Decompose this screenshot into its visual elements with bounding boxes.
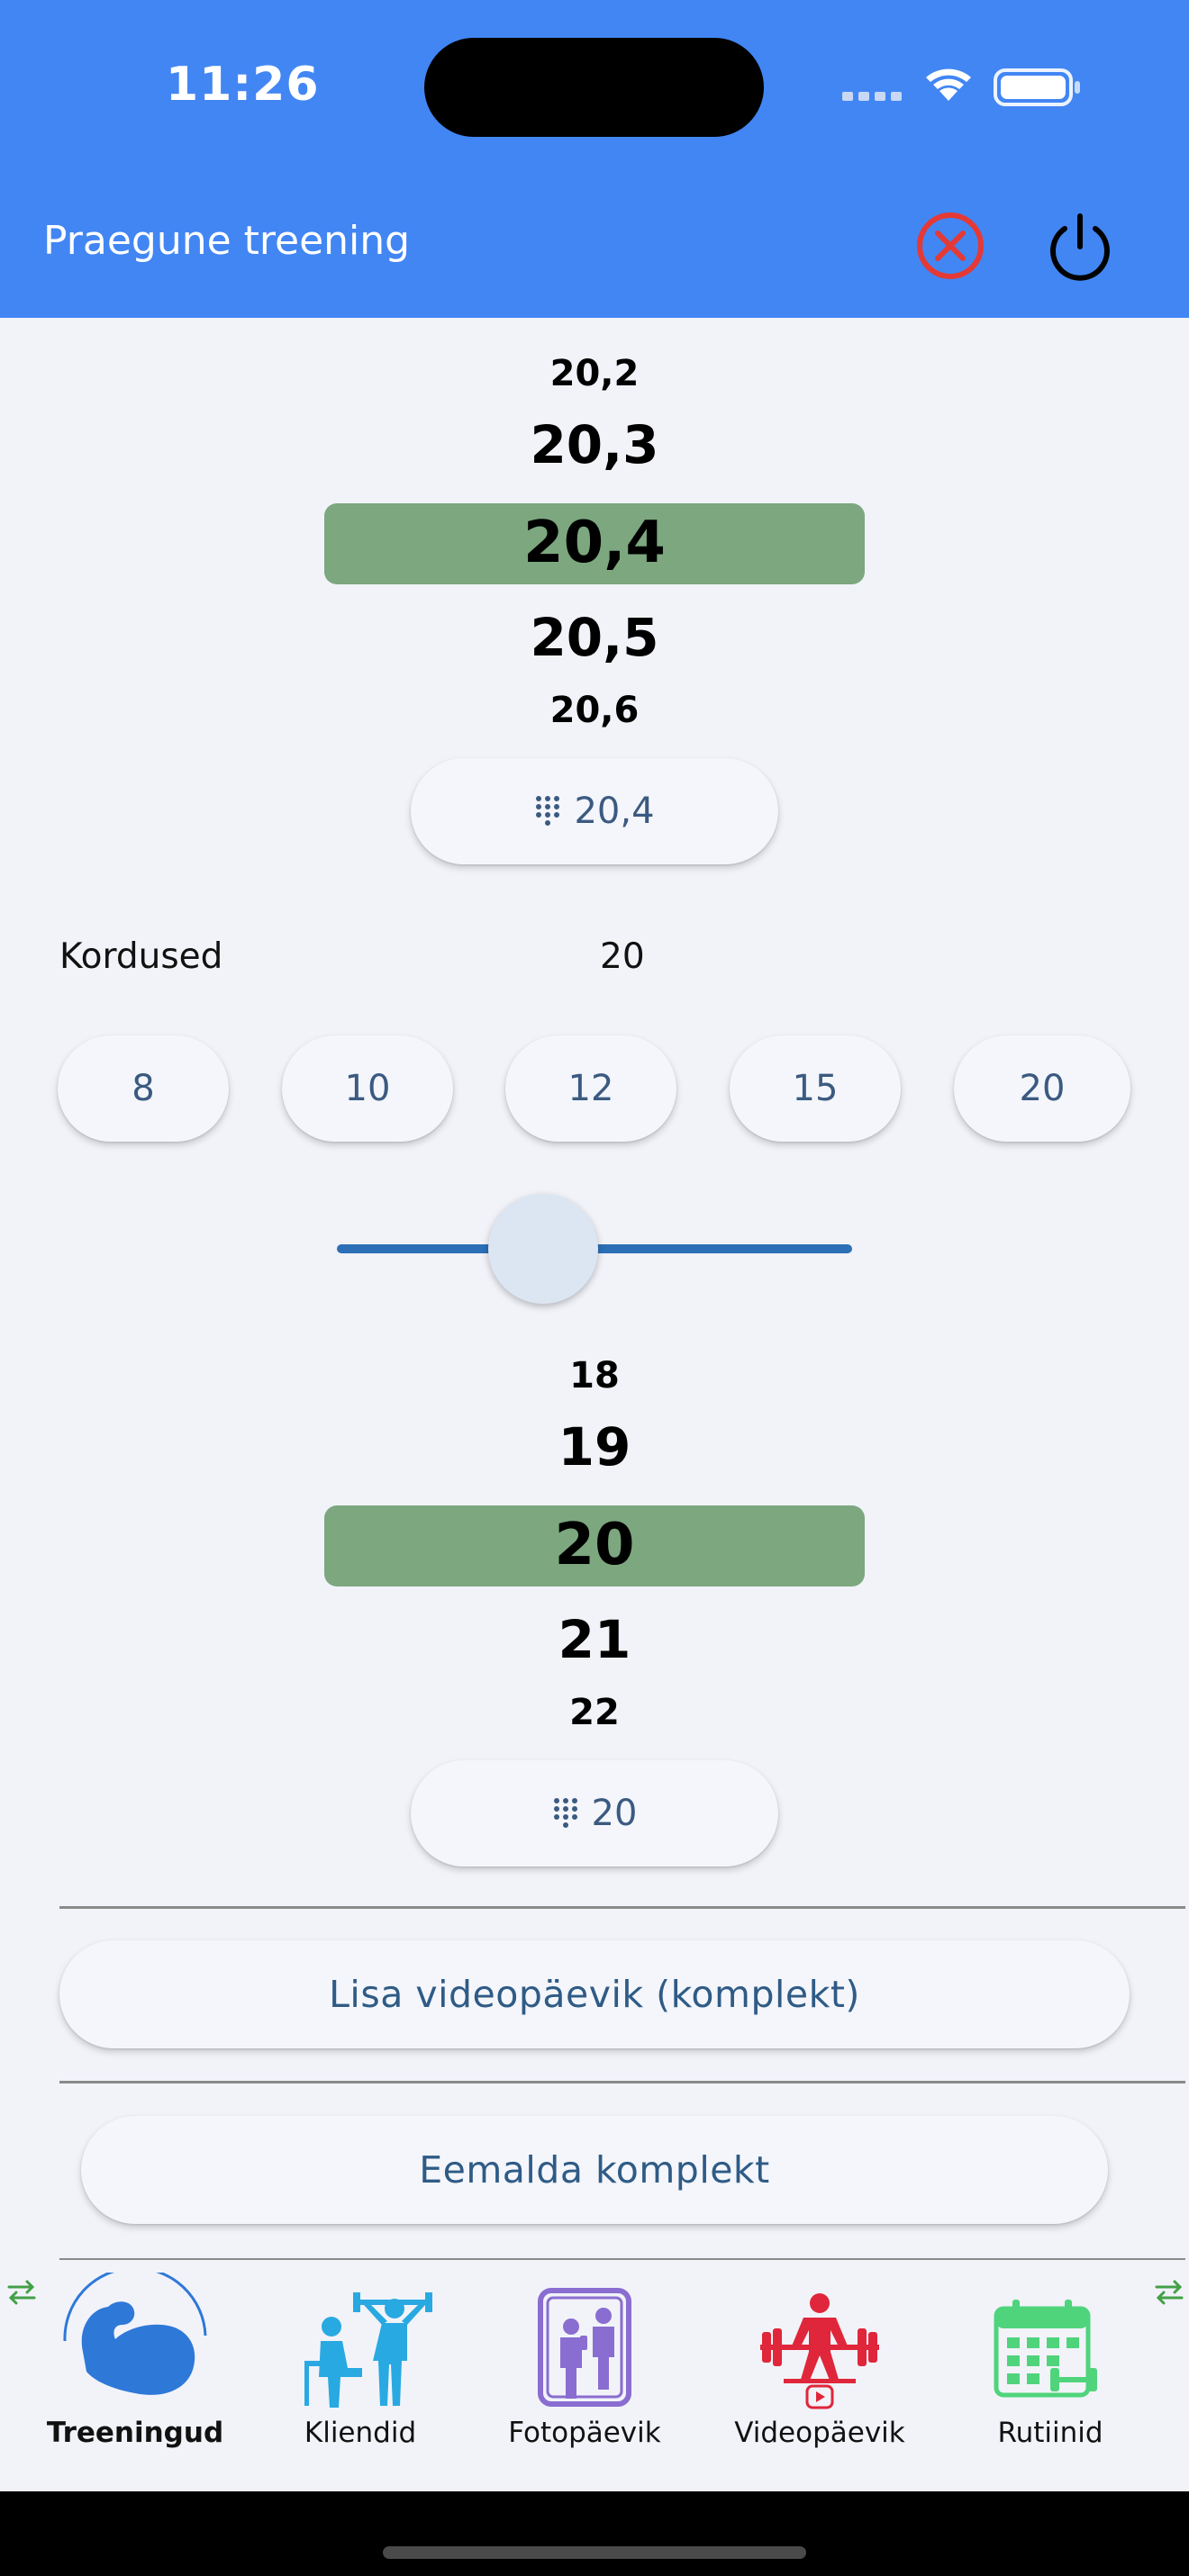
weight-picker-item[interactable]: 20,3	[324, 414, 865, 475]
home-bar-area	[0, 2491, 1189, 2576]
app-bar: 11:26 Praegune treening	[0, 0, 1189, 318]
weight-picker-selected[interactable]: 20,4	[324, 510, 865, 576]
divider	[59, 1906, 1185, 1909]
status-icons	[842, 68, 1080, 106]
reps-preset-button[interactable]: 12	[505, 1035, 676, 1142]
dialpad-icon	[553, 1798, 577, 1828]
calendar-dumbbell-icon	[994, 2300, 1097, 2398]
dynamic-island	[424, 38, 764, 137]
power-button[interactable]	[1041, 207, 1119, 285]
reps-preset-button[interactable]: 10	[282, 1035, 453, 1142]
flexed-arm-icon	[63, 2273, 207, 2395]
x-circle-icon	[917, 212, 984, 279]
reps-preset-button[interactable]: 20	[954, 1035, 1130, 1142]
status-time: 11:26	[166, 58, 320, 112]
signal-icon	[842, 92, 902, 101]
divider	[59, 2081, 1185, 2083]
weightlifter-video-icon	[760, 2293, 879, 2409]
weight-input-value: 20,4	[574, 791, 655, 832]
reps-preset-button[interactable]: 8	[58, 1035, 229, 1142]
bottom-navigation: Treeningud Kliendid Fotopäevik Videopäev…	[0, 2260, 1189, 2491]
wifi-icon	[926, 68, 971, 101]
weight-wheel-picker[interactable]: 20,2 20,3 20,4 20,5 20,6	[324, 342, 865, 738]
nav-item-kliendid[interactable]: Kliendid	[270, 2260, 450, 2491]
swap-arrows-icon[interactable]	[1151, 2278, 1187, 2305]
weight-picker-item[interactable]: 20,2	[324, 353, 865, 394]
reps-wheel-picker[interactable]: 18 19 20 21 22	[324, 1344, 865, 1740]
page-title: Praegune treening	[43, 218, 411, 264]
reps-preset-button[interactable]: 15	[730, 1035, 901, 1142]
nav-label: Rutiinid	[997, 2417, 1103, 2449]
mirror-photo-icon	[538, 2288, 631, 2407]
add-video-diary-button[interactable]: Lisa videopäevik (komplekt)	[59, 1940, 1130, 2048]
reps-label: Kordused	[59, 936, 223, 977]
nav-label: Treeningud	[46, 2417, 224, 2449]
reps-input-button[interactable]: 20	[411, 1760, 778, 1866]
weight-picker-item[interactable]: 20,5	[324, 607, 865, 668]
reps-picker-selected[interactable]: 20	[324, 1512, 865, 1578]
trainer-client-icon	[304, 2292, 432, 2408]
dialpad-icon	[536, 796, 560, 826]
nav-label: Videopäevik	[734, 2417, 905, 2449]
reps-picker-item[interactable]: 18	[324, 1355, 865, 1396]
battery-icon	[994, 68, 1080, 106]
swap-arrows-icon[interactable]	[4, 2278, 40, 2305]
reps-picker-item[interactable]: 19	[324, 1416, 865, 1478]
nav-label: Fotopäevik	[508, 2417, 661, 2449]
nav-item-fotopaevik[interactable]: Fotopäevik	[495, 2260, 675, 2491]
reps-slider-thumb[interactable]	[488, 1194, 598, 1304]
weight-picker-item[interactable]: 20,6	[324, 690, 865, 731]
reps-input-value: 20	[591, 1793, 638, 1834]
nav-item-videopaevik[interactable]: Videopäevik	[721, 2260, 919, 2491]
nav-item-rutiinid[interactable]: Rutiinid	[962, 2260, 1139, 2491]
weight-input-button[interactable]: 20,4	[411, 758, 778, 864]
reps-picker-item[interactable]: 22	[324, 1692, 865, 1733]
nav-label: Kliendid	[304, 2417, 417, 2449]
nav-item-treeningud[interactable]: Treeningud	[36, 2260, 234, 2491]
cancel-workout-button[interactable]	[912, 207, 989, 285]
reps-picker-item[interactable]: 21	[324, 1609, 865, 1670]
reps-value: 20	[600, 936, 645, 977]
power-icon	[1050, 213, 1110, 281]
home-indicator[interactable]	[383, 2546, 806, 2559]
remove-set-button[interactable]: Eemalda komplekt	[81, 2116, 1108, 2224]
